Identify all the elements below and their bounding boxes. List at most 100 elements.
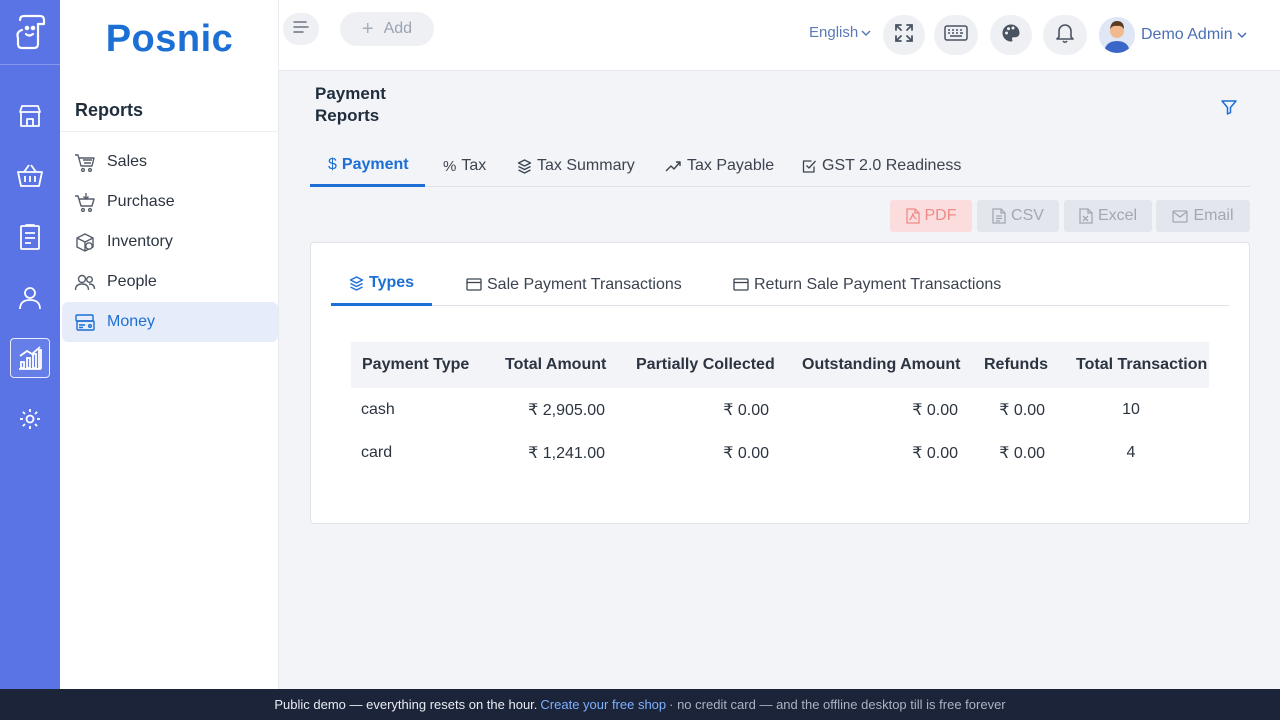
tab-return-sale-payment-transactions[interactable]: Return Sale Payment Transactions <box>733 263 1001 306</box>
column-header[interactable]: Outstanding Amount <box>802 342 961 388</box>
export-email-button[interactable]: Email <box>1156 200 1250 232</box>
add-button-label: Add <box>383 20 413 37</box>
menu-lines-icon <box>292 19 310 40</box>
language-selector[interactable]: English <box>809 24 871 41</box>
column-header[interactable]: Payment Type <box>362 342 469 388</box>
create-shop-link[interactable]: Create your free shop <box>540 697 666 712</box>
basket-icon[interactable] <box>10 156 50 196</box>
sidebar-item-sales[interactable]: Sales <box>62 142 278 182</box>
add-button[interactable]: + Add <box>340 12 434 46</box>
reports-chart-icon[interactable] <box>10 338 50 378</box>
language-label: English <box>809 24 859 41</box>
sidebar-item-people[interactable]: People <box>62 262 278 302</box>
tab-tax[interactable]: % Tax <box>443 145 486 187</box>
dollar-icon: $ <box>328 155 337 173</box>
csv-file-icon <box>992 208 1006 224</box>
tab-payment[interactable]: $ Payment <box>310 145 425 187</box>
table-row: card ₹ 1,241.00 ₹ 0.00 ₹ 0.00 ₹ 0.00 4 <box>351 431 1209 474</box>
tab-tax-summary[interactable]: Tax Summary <box>517 145 635 187</box>
settings-gear-icon[interactable] <box>10 399 50 439</box>
theme-button[interactable] <box>990 15 1032 55</box>
expand-icon <box>894 23 914 48</box>
table-header: Payment Type Total Amount Partially Coll… <box>351 342 1209 388</box>
tab-label: Tax Summary <box>537 157 635 174</box>
plus-icon: + <box>361 17 374 40</box>
tab-label: Tax <box>461 157 487 174</box>
tab-label: Tax Payable <box>687 157 775 174</box>
table-cell: ₹ 0.00 <box>999 401 1045 419</box>
payment-types-table: Payment Type Total Amount Partially Coll… <box>351 342 1209 474</box>
bell-icon <box>1055 22 1075 49</box>
sidebar-item-inventory[interactable]: Inventory <box>62 222 278 262</box>
app-logo-icon[interactable] <box>10 12 50 52</box>
export-csv-button[interactable]: CSV <box>977 200 1059 232</box>
sidebar-item-purchase[interactable]: Purchase <box>62 182 278 222</box>
avatar <box>1099 17 1135 53</box>
chevron-down-icon <box>861 29 871 37</box>
sidebar-item-label: Inventory <box>107 233 173 250</box>
table-cell: cash <box>361 400 395 418</box>
table-cell: ₹ 0.00 <box>723 444 769 462</box>
notifications-button[interactable] <box>1043 15 1087 55</box>
sidebar-item-label: Money <box>107 313 156 330</box>
user-name: Demo Admin <box>1141 26 1233 43</box>
table-row: cash ₹ 2,905.00 ₹ 0.00 ₹ 0.00 ₹ 0.00 10 <box>351 388 1209 431</box>
fullscreen-button[interactable] <box>883 15 925 55</box>
layers-icon <box>349 275 364 291</box>
tab-gst-readiness[interactable]: GST 2.0 Readiness <box>802 145 961 187</box>
main-content: Payment Reports $ Payment % Tax Tax Summ… <box>279 71 1280 649</box>
table-cell: 4 <box>1126 443 1136 461</box>
tab-label: GST 2.0 Readiness <box>822 157 962 174</box>
tab-tax-payable[interactable]: Tax Payable <box>665 145 774 187</box>
store-icon[interactable] <box>10 96 50 136</box>
sidebar-item-label: Sales <box>107 153 148 170</box>
money-wallet-icon <box>74 311 96 333</box>
trending-up-icon <box>665 160 682 173</box>
column-header[interactable]: Total Amount <box>505 342 606 388</box>
keyboard-shortcuts-button[interactable] <box>934 15 978 55</box>
percent-icon: % <box>443 157 457 175</box>
demo-banner-text: Public demo — everything resets on the h… <box>274 697 538 712</box>
column-header[interactable]: Partially Collected <box>636 342 775 388</box>
export-excel-button[interactable]: Excel <box>1064 200 1152 232</box>
sidebar-item-label: People <box>107 273 157 290</box>
people-icon <box>74 271 96 293</box>
topbar: + Add English Demo Admin <box>279 0 1280 71</box>
table-cell: ₹ 2,905.00 <box>528 401 605 419</box>
filter-icon[interactable] <box>1220 98 1238 121</box>
export-pdf-button[interactable]: PDF <box>890 200 972 232</box>
column-header[interactable]: Refunds <box>984 342 1048 388</box>
report-tabs: $ Payment % Tax Tax Summary Tax Payable … <box>310 145 1250 187</box>
export-pdf-label: PDF <box>924 207 957 224</box>
export-email-label: Email <box>1193 207 1234 224</box>
tab-sale-payment-transactions[interactable]: Sale Payment Transactions <box>466 263 682 306</box>
user-menu[interactable]: Demo Admin <box>1099 17 1247 53</box>
tab-types[interactable]: Types <box>331 263 433 306</box>
user-icon[interactable] <box>10 278 50 318</box>
brand-logo-text[interactable]: Posnic <box>60 18 279 61</box>
clipboard-icon[interactable] <box>10 217 50 257</box>
menu-toggle-button[interactable] <box>283 13 319 45</box>
credit-card-icon <box>733 278 749 291</box>
tab-label: Types <box>369 274 415 291</box>
tab-label: Payment <box>341 155 409 173</box>
table-cell: ₹ 0.00 <box>912 444 958 462</box>
table-cell: card <box>361 443 393 461</box>
tab-label: Sale Payment Transactions <box>487 275 682 293</box>
layers-icon <box>517 158 532 174</box>
cart-icon <box>74 151 96 173</box>
purchase-cart-icon <box>74 191 96 213</box>
envelope-icon <box>1172 209 1189 223</box>
export-csv-label: CSV <box>1011 207 1044 224</box>
table-cell: ₹ 0.00 <box>999 444 1045 462</box>
column-header[interactable]: Total Transaction <box>1076 342 1207 388</box>
demo-banner-tail: · no credit card — and the offline deskt… <box>669 697 1006 712</box>
rail-divider <box>0 64 60 65</box>
credit-card-icon <box>466 278 482 291</box>
palette-icon <box>1001 23 1021 48</box>
tab-label: Return Sale Payment Transactions <box>754 275 1002 293</box>
table-cell: ₹ 0.00 <box>723 401 769 419</box>
table-cell: ₹ 0.00 <box>912 401 958 419</box>
sidebar-item-money[interactable]: Money <box>62 302 278 342</box>
keyboard-icon <box>944 24 968 46</box>
